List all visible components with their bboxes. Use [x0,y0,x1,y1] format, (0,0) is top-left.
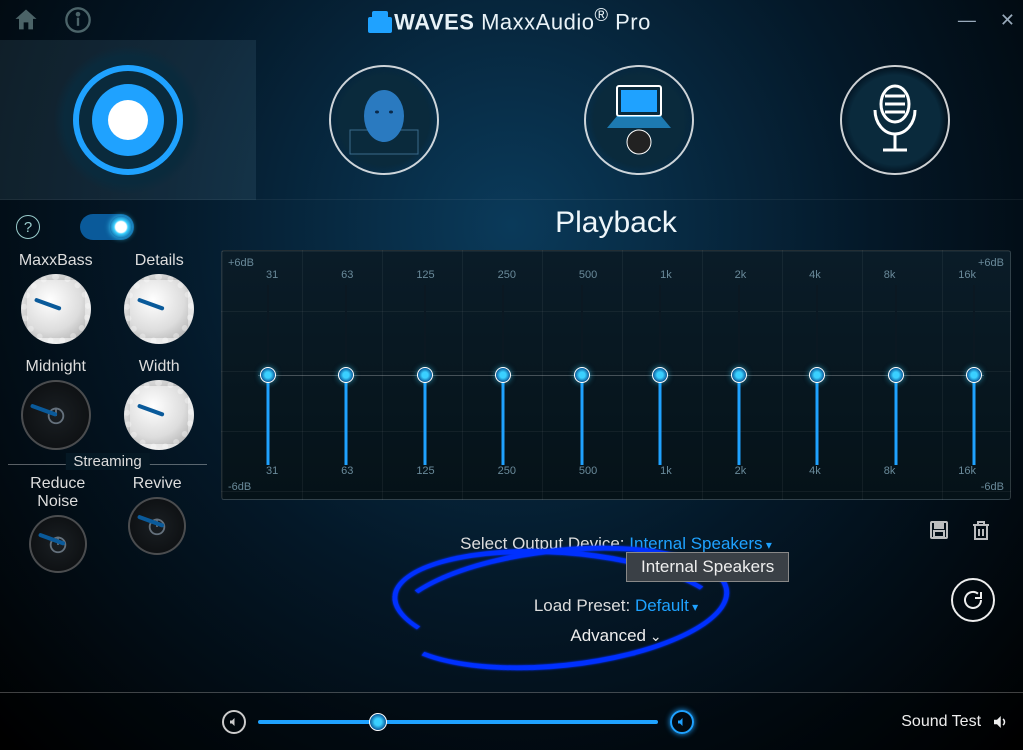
eq-band-label: 1k [660,269,672,281]
right-speaker-button[interactable] [670,710,694,734]
eq-band-label: 4k [809,465,821,477]
midnight-knob[interactable] [21,380,91,450]
eq-slider-8k[interactable] [890,285,902,465]
equalizer: +6dB +6dB -6dB -6dB 31 63 125 250 500 1k 2k 4k 8… [221,250,1011,500]
eq-band-label: 500 [579,465,597,477]
streaming-label: Streaming [65,453,149,470]
left-speaker-button[interactable] [222,710,246,734]
help-button[interactable]: ? [16,215,40,239]
section-title: Playback [221,200,1011,250]
eq-band-label: 63 [341,465,353,477]
eq-db-bot-left: -6dB [228,481,251,493]
microphone-icon [855,80,935,160]
eq-db-top-left: +6dB [228,257,254,269]
info-icon[interactable] [64,6,92,34]
eq-band-label: 250 [498,269,516,281]
head-icon [344,80,424,160]
width-knob[interactable] [124,380,194,450]
master-toggle[interactable] [80,214,134,240]
maxxbass-knob[interactable] [21,274,91,344]
eq-band-label: 4k [809,269,821,281]
eq-slider-125[interactable] [419,285,431,465]
home-icon[interactable] [12,6,40,34]
output-device-option[interactable]: Internal Speakers [626,552,789,582]
maxxbass-label: MaxxBass [8,252,104,270]
reduce-noise-button[interactable] [29,515,87,573]
midnight-label: Midnight [8,358,104,376]
output-device-row: Select Output Device: Internal Speakers … [221,534,1011,554]
mode-playback[interactable] [0,40,256,200]
refresh-button[interactable] [951,578,995,622]
eq-band-label: 1k [660,465,672,477]
eq-band-label: 8k [884,269,896,281]
eq-db-bot-right: -6dB [981,481,1004,493]
speaker-small-icon [228,716,240,728]
eq-band-label: 125 [416,269,434,281]
eq-band-label: 2k [735,269,747,281]
speaker-icon [68,60,188,180]
eq-band-label: 250 [498,465,516,477]
eq-slider-16k[interactable] [968,285,980,465]
details-knob[interactable] [124,274,194,344]
eq-slider-31[interactable] [262,285,274,465]
advanced-toggle[interactable]: Advanced [570,626,661,645]
output-device-select[interactable]: Internal Speakers [629,534,772,553]
eq-slider-250[interactable] [497,285,509,465]
reduce-noise-label: Reduce Noise [8,475,108,511]
sound-test-button[interactable]: Sound Test [901,713,1009,731]
balance-slider[interactable] [258,720,658,724]
eq-band-label: 31 [266,465,278,477]
mode-voice[interactable] [256,40,512,200]
speaker-small-icon [676,716,688,728]
mode-conference[interactable] [512,40,768,200]
eq-band-label: 500 [579,269,597,281]
sound-icon [991,713,1009,731]
eq-db-top-right: +6dB [978,257,1004,269]
refresh-icon [961,588,985,612]
eq-band-label: 31 [266,269,278,281]
output-device-label: Select Output Device: [460,534,624,553]
eq-band-label: 63 [341,269,353,281]
close-button[interactable]: ✕ [1000,10,1015,31]
eq-slider-500[interactable] [576,285,588,465]
eq-band-label: 125 [416,465,434,477]
eq-band-label: 16k [958,465,976,477]
eq-slider-2k[interactable] [733,285,745,465]
eq-slider-4k[interactable] [811,285,823,465]
revive-label: Revive [108,475,208,493]
width-label: Width [112,358,208,376]
app-title: WAVES MaxxAudio® Pro [0,4,1023,35]
eq-band-label: 2k [735,465,747,477]
details-label: Details [112,252,208,270]
laptop-icon [597,78,681,162]
minimize-button[interactable]: — [958,10,976,31]
eq-slider-63[interactable] [340,285,352,465]
mode-recording[interactable] [767,40,1023,200]
preset-label: Load Preset: [534,596,630,615]
eq-band-label: 8k [884,465,896,477]
delete-icon[interactable] [969,518,993,542]
eq-slider-1k[interactable] [654,285,666,465]
eq-band-label: 16k [958,269,976,281]
preset-select[interactable]: Default [635,596,698,615]
save-icon[interactable] [927,518,951,542]
revive-button[interactable] [128,497,186,555]
